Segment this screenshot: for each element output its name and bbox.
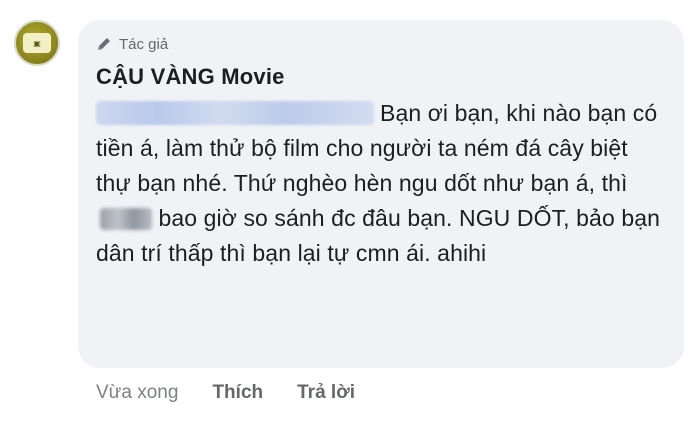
reply-button[interactable]: Trả lời (297, 382, 355, 404)
avatar-logo: ▣ (23, 33, 51, 53)
blurred-mention (96, 101, 374, 125)
comment-text: Bạn ơi bạn, khi nào bạn có tiền á, làm t… (96, 96, 666, 271)
avatar[interactable]: ▣ (14, 20, 60, 66)
like-button[interactable]: Thích (212, 382, 263, 404)
comment-text-line-1: Bạn ơi bạn, khi nào (380, 100, 582, 126)
comment-bubble: Tác giả CẬU VÀNG Movie Bạn ơi bạn, khi n… (78, 20, 684, 368)
author-badge: Tác giả (95, 32, 666, 56)
comment-actions: Vừa xong Thích Trả lời (96, 382, 355, 404)
comment-time: Vừa xong (96, 382, 179, 403)
pen-icon (95, 35, 113, 53)
author-name[interactable]: CẬU VÀNG Movie (96, 62, 666, 92)
comment-thread: ▣ Tác giả CẬU VÀNG Movie Bạn ơi bạn, khi… (0, 0, 700, 433)
censored-word (100, 208, 152, 230)
author-badge-label: Tác giả (119, 35, 169, 53)
comment-text-part-2: bao giờ so sánh đc đâu bạn. NGU DỐT, bảo… (96, 205, 661, 266)
